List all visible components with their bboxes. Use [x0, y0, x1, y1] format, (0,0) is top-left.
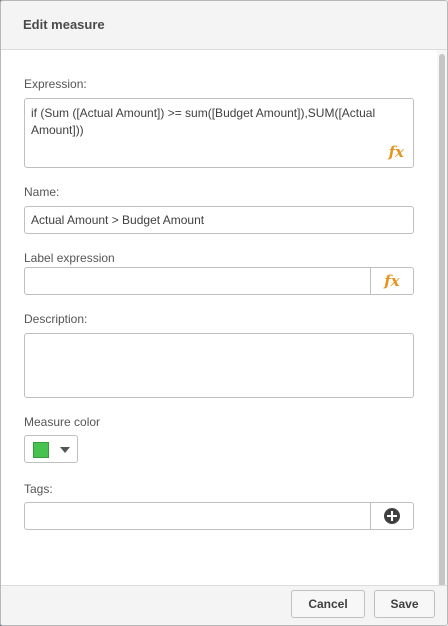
- expression-value: if (Sum ([Actual Amount]) >= sum([Budget…: [31, 106, 376, 137]
- name-input[interactable]: Actual Amount > Budget Amount: [24, 206, 414, 234]
- plus-circle-icon: [384, 508, 400, 524]
- color-swatch: [33, 442, 49, 458]
- dialog-header: Edit measure: [1, 1, 447, 50]
- description-textarea[interactable]: [24, 333, 414, 398]
- fx-icon: fx: [384, 272, 400, 290]
- caret-down-icon: [60, 447, 70, 453]
- add-tag-button[interactable]: [370, 503, 413, 529]
- measure-color-label: Measure color: [24, 415, 101, 429]
- measure-color-picker[interactable]: [24, 435, 78, 463]
- scrollbar[interactable]: [437, 50, 447, 587]
- tags-label: Tags:: [24, 482, 53, 496]
- description-label: Description:: [24, 312, 88, 326]
- label-expression-fx-button[interactable]: fx: [370, 268, 413, 294]
- expression-label: Expression:: [24, 77, 87, 91]
- save-button[interactable]: Save: [374, 590, 435, 618]
- edit-measure-dialog: Edit measure Expression: if (Sum ([Actua…: [0, 0, 448, 626]
- name-value: Actual Amount > Budget Amount: [31, 213, 205, 227]
- dialog-title: Edit measure: [23, 17, 105, 32]
- label-expression-label: Label expression: [24, 251, 115, 265]
- name-label: Name:: [24, 185, 60, 199]
- expression-field[interactable]: if (Sum ([Actual Amount]) >= sum([Budget…: [24, 98, 414, 168]
- scrollbar-thumb[interactable]: [439, 54, 445, 587]
- dialog-footer: Cancel Save: [1, 585, 447, 625]
- tags-input[interactable]: [24, 502, 414, 530]
- label-expression-input[interactable]: fx: [24, 267, 414, 295]
- fx-icon[interactable]: fx: [389, 143, 404, 161]
- cancel-button[interactable]: Cancel: [291, 590, 365, 618]
